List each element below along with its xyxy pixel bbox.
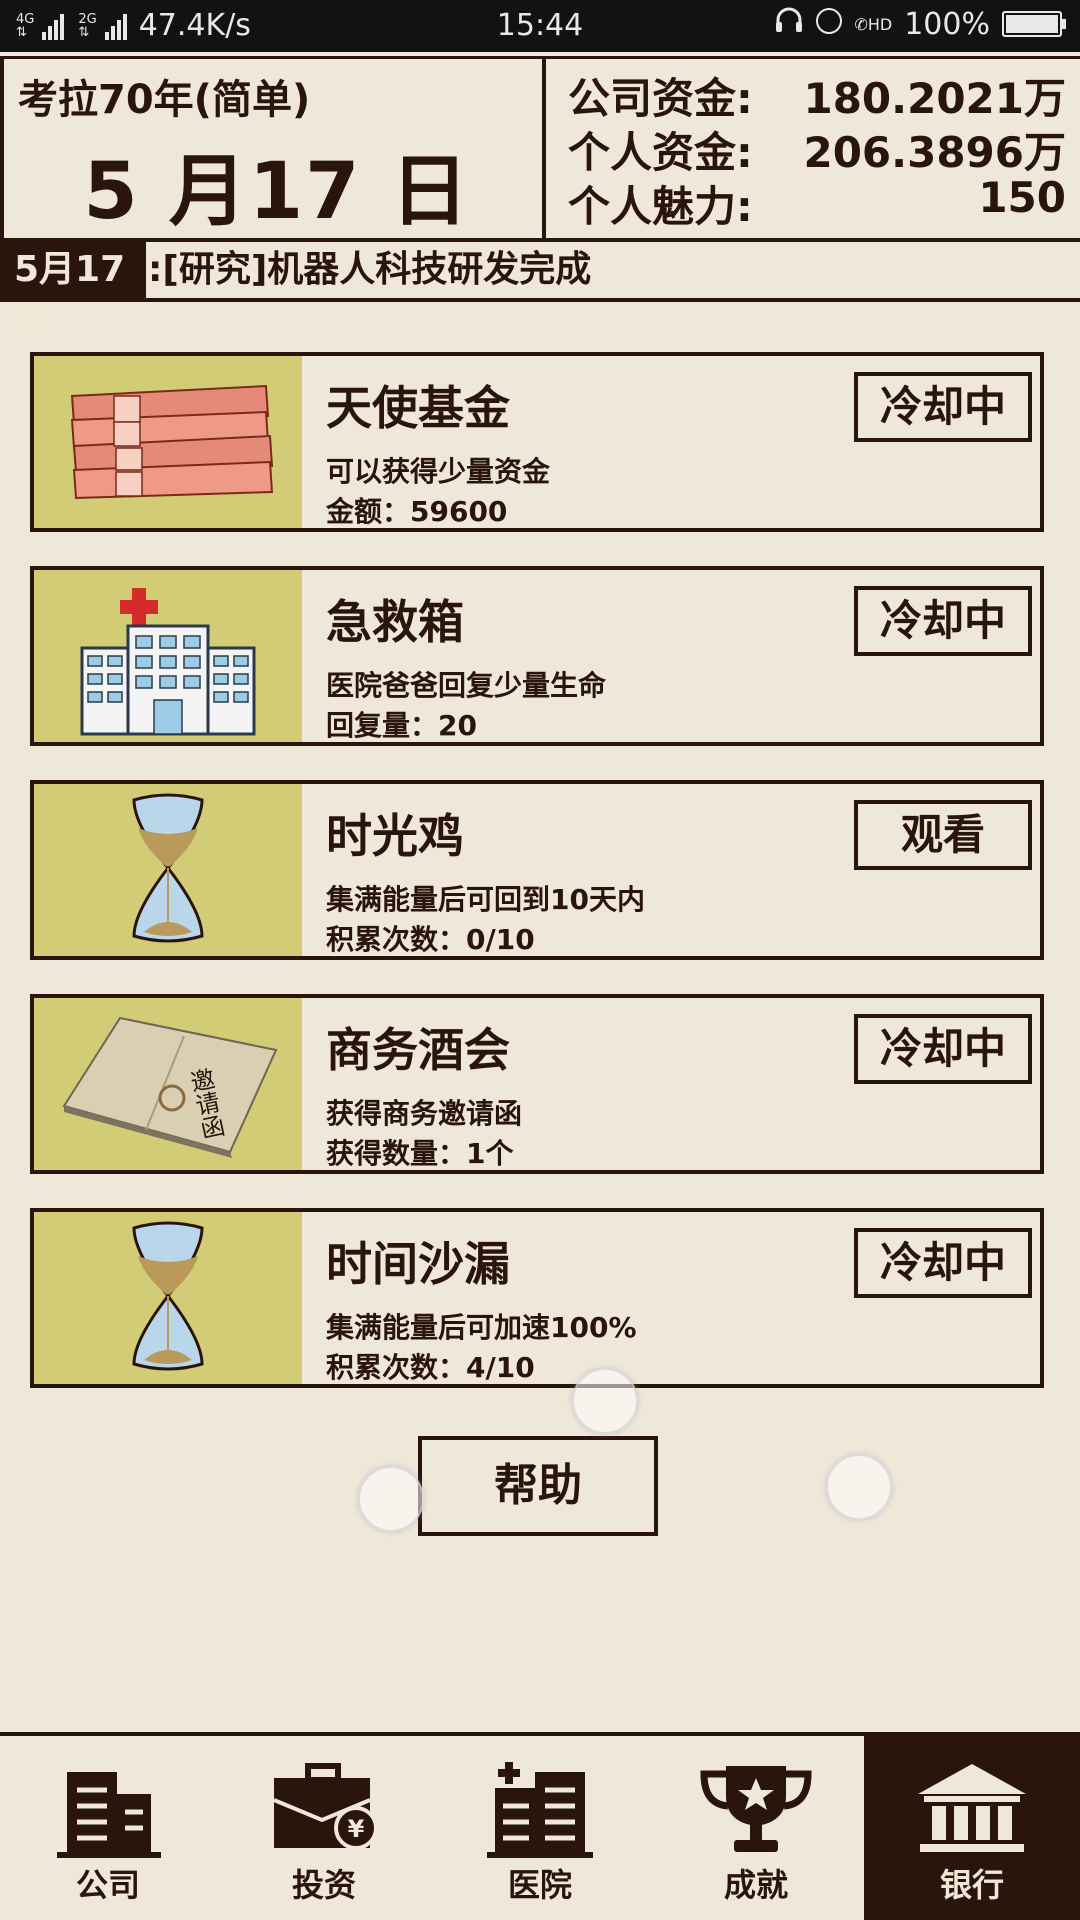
stat-label: 个人魅力: <box>568 182 753 231</box>
invitation-icon: 邀请函 <box>34 998 302 1170</box>
card-amount: 金额：59600 <box>326 495 508 528</box>
ticker-date: 5月17日 <box>0 242 146 346</box>
company-building-icon <box>53 1760 163 1864</box>
help-button[interactable]: 帮助 <box>418 1436 658 1536</box>
nav-invest[interactable]: ¥ 投资 <box>216 1736 432 1920</box>
date-panel: 考拉70年(简单) 5 月17 日 <box>0 59 546 242</box>
svg-text:¥: ¥ <box>348 1815 365 1843</box>
bank-card-time-chicken: 时光鸡 集满能量后可回到10天内 积累次数：0/10 观看 <box>30 780 1044 960</box>
card-title: 时光鸡 <box>326 809 464 863</box>
money-stack-icon <box>34 356 302 528</box>
nav-label: 投资 <box>291 1866 356 1904</box>
bank-icon <box>912 1760 1032 1864</box>
bottom-nav: 公司 ¥ 投资 医院 成就 银行 <box>0 1732 1080 1920</box>
nav-hospital[interactable]: 医院 <box>432 1736 648 1920</box>
watch-button[interactable]: 观看 <box>854 800 1032 870</box>
card-amount: 获得数量：1个 <box>326 1137 514 1170</box>
card-description: 集满能量后可回到10天内 <box>326 883 645 916</box>
card-title: 急救箱 <box>326 595 464 649</box>
battery-icon <box>1002 11 1066 37</box>
touch-indicator <box>572 1368 638 1434</box>
touch-indicator <box>826 1454 892 1520</box>
hospital-building-icon <box>485 1760 595 1864</box>
nav-label: 成就 <box>723 1866 788 1904</box>
nav-label: 医院 <box>507 1866 572 1904</box>
bank-card-first-aid: 急救箱 医院爸爸回复少量生命 回复量：20 冷却中 <box>30 566 1044 746</box>
trophy-icon <box>696 1760 816 1864</box>
game-date: 5 月17 日 <box>83 147 471 237</box>
hourglass-icon <box>34 784 302 956</box>
stat-personal-funds: 个人资金: 206.3896万 <box>568 119 1066 177</box>
stats-panel: 公司资金: 180.2021万 个人资金: 206.3896万 个人魅力: 15… <box>546 59 1080 242</box>
cooldown-button[interactable]: 冷却中 <box>854 586 1032 656</box>
card-description: 医院爸爸回复少量生命 <box>326 669 607 702</box>
nav-achievement[interactable]: 成就 <box>648 1736 864 1920</box>
cooldown-button[interactable]: 冷却中 <box>854 1014 1032 1084</box>
card-title: 时间沙漏 <box>326 1237 510 1291</box>
nav-company[interactable]: 公司 <box>0 1736 216 1920</box>
card-title: 商务酒会 <box>326 1023 510 1077</box>
ticker-text: :[研究]机器人科技研发完成 <box>148 249 592 290</box>
card-description: 可以获得少量资金 <box>326 455 551 488</box>
bank-card-time-hourglass: 时间沙漏 集满能量后可加速100% 积累次数：4/10 冷却中 <box>30 1208 1044 1388</box>
game-header: 考拉70年(简单) 5 月17 日 公司资金: 180.2021万 个人资金: … <box>0 56 1080 242</box>
touch-indicator <box>358 1466 424 1532</box>
stat-company-funds: 公司资金: 180.2021万 <box>568 65 1066 123</box>
stat-value: 180.2021万 <box>803 74 1066 123</box>
alarm-icon <box>816 7 843 42</box>
card-amount: 积累次数：4/10 <box>326 1351 535 1384</box>
stat-label: 公司资金: <box>568 74 753 123</box>
briefcase-yen-icon: ¥ <box>264 1760 384 1864</box>
card-description: 集满能量后可加速100% <box>326 1311 637 1344</box>
nav-label: 公司 <box>75 1866 140 1904</box>
bank-card-angel-fund: 天使基金 可以获得少量资金 金额：59600 冷却中 <box>30 352 1044 532</box>
stat-charm: 个人魅力: 150 <box>568 173 1066 231</box>
card-amount: 回复量：20 <box>326 709 477 742</box>
stat-label: 个人资金: <box>568 128 753 177</box>
battery-percent: 100% <box>904 6 990 42</box>
nav-bank[interactable]: 银行 <box>864 1736 1080 1920</box>
card-amount: 积累次数：0/10 <box>326 923 535 956</box>
status-bar: 4G ⇅ 2G ⇅ 47.4K/s 15:44 ✆HD 100% <box>0 0 1080 52</box>
card-description: 获得商务邀请函 <box>326 1097 523 1130</box>
headset-icon <box>774 6 804 42</box>
hourglass-icon <box>34 1212 302 1384</box>
call-hd-icon: ✆HD <box>854 14 893 34</box>
news-ticker: 5月17日 :[研究]机器人科技研发完成 <box>0 242 1080 346</box>
stat-value: 150 <box>978 173 1066 222</box>
stat-value: 206.3896万 <box>803 128 1066 177</box>
game-title: 考拉70年(简单) <box>18 77 311 123</box>
bank-card-business-banquet: 邀请函 商务酒会 获得商务邀请函 获得数量：1个 冷却中 <box>30 994 1044 1174</box>
status-bar-right: ✆HD 100% <box>774 6 1066 42</box>
hospital-icon <box>34 570 302 742</box>
cooldown-button[interactable]: 冷却中 <box>854 372 1032 442</box>
nav-label: 银行 <box>939 1866 1004 1904</box>
cooldown-button[interactable]: 冷却中 <box>854 1228 1032 1298</box>
card-title: 天使基金 <box>326 381 510 435</box>
